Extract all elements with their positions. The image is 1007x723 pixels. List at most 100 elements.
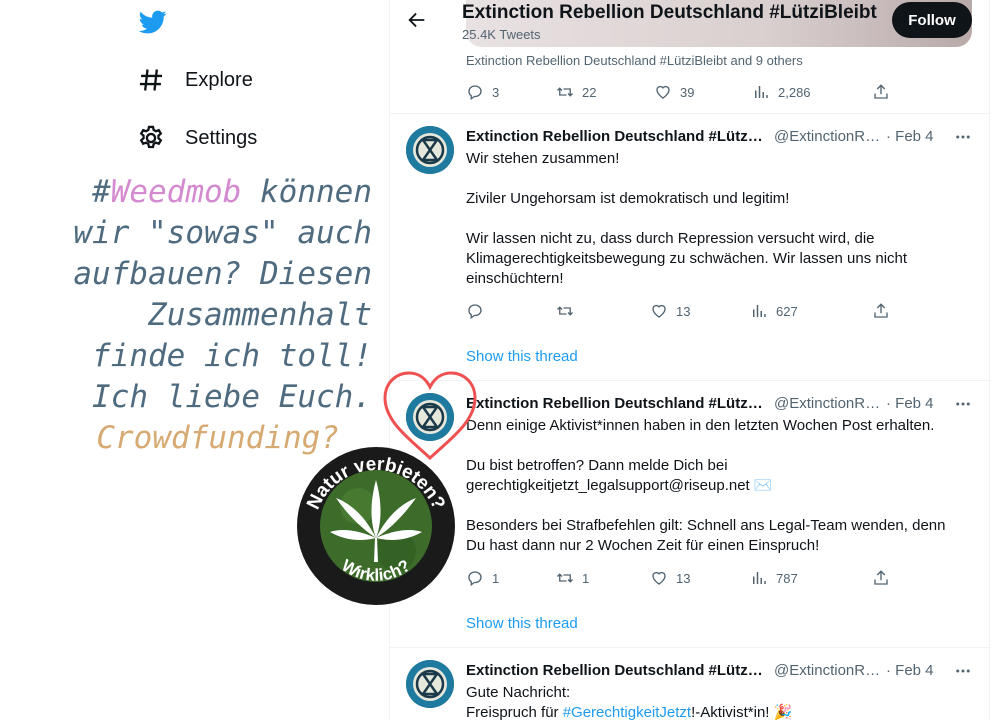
xr-avatar-icon xyxy=(406,126,454,174)
like-button[interactable]: 13 xyxy=(650,568,750,588)
author-name[interactable]: Extinction Rebellion Deutschland #LütziB… xyxy=(466,395,764,412)
view-count: 2,286 xyxy=(778,84,811,100)
avatar[interactable] xyxy=(406,660,454,708)
overlay-line: Zusammenhalt xyxy=(148,297,372,333)
tweet-article[interactable]: Extinction Rebellion Deutschland #LütziB… xyxy=(390,114,989,380)
tweet-actions: 3 22 39 2,286 xyxy=(466,82,890,102)
reply-icon xyxy=(468,304,482,320)
retweet-count: 22 xyxy=(582,84,597,100)
reply-icon xyxy=(468,85,482,101)
reply-count: 1 xyxy=(492,570,500,586)
retweet-button[interactable]: 1 xyxy=(556,568,650,588)
overlay-line-crowdfunding: Crowdfunding? xyxy=(96,420,339,456)
tweet-actions: 13 627 xyxy=(466,301,890,321)
cannabis-sticker-icon: Natur verbieten? Wirklich? xyxy=(297,447,455,605)
author-handle[interactable]: @ExtinctionRebellion xyxy=(774,128,882,145)
tweet-header: Extinction Rebellion Deutschland #LütziB… xyxy=(466,662,934,679)
tweet-header: Extinction Rebellion Deutschland #LütziB… xyxy=(466,128,934,145)
tweet-article[interactable]: Extinction Rebellion Deutschland #LütziB… xyxy=(390,648,989,723)
tweet-date[interactable]: · Feb 4 xyxy=(886,662,934,679)
social-context[interactable]: Extinction Rebellion Deutschland #LütziB… xyxy=(466,53,803,68)
share-icon xyxy=(874,303,888,318)
overlay-hashtag: Weedmob xyxy=(110,174,242,210)
tweet-paragraph: Besonders bei Strafbefehlen gilt: Schnel… xyxy=(466,517,946,554)
views-button[interactable]: 627 xyxy=(750,301,872,321)
views-chart-icon xyxy=(755,86,768,98)
retweet-button[interactable] xyxy=(556,301,650,321)
share-button[interactable] xyxy=(872,82,890,102)
tweet-paragraph: Freispruch für #GerechtigkeitJetzt!-Akti… xyxy=(466,703,966,723)
more-options-icon[interactable] xyxy=(954,128,972,146)
like-count: 39 xyxy=(680,84,695,100)
profile-title: Extinction Rebellion Deutschland #LütziB… xyxy=(462,2,877,23)
show-thread-link[interactable]: Show this thread xyxy=(466,615,578,632)
xr-avatar-icon xyxy=(406,660,454,708)
hashtag-icon xyxy=(139,69,163,91)
sidebar-item-explore[interactable]: Explore xyxy=(137,66,253,94)
tweet-paragraph: Wir lassen nicht zu, dass durch Repressi… xyxy=(466,230,908,287)
like-button[interactable]: 39 xyxy=(654,82,752,102)
reply-button[interactable] xyxy=(466,301,556,321)
like-count: 13 xyxy=(676,570,691,586)
overlay-line: finde ich toll! xyxy=(92,338,372,374)
share-icon xyxy=(874,84,888,99)
reply-count: 3 xyxy=(492,84,500,100)
more-options-icon[interactable] xyxy=(954,395,972,413)
hashtag-link[interactable]: #GerechtigkeitJetzt xyxy=(563,704,691,721)
author-name[interactable]: Extinction Rebellion Deutschland #LütziB… xyxy=(466,662,764,679)
avatar[interactable] xyxy=(406,126,454,174)
timeline: Extinction Rebellion Deutschland #LütziB… xyxy=(389,0,990,723)
author-handle[interactable]: @ExtinctionRebellion xyxy=(774,662,882,679)
sidebar-item-label: Settings xyxy=(185,126,258,149)
views-chart-icon xyxy=(753,572,766,584)
reply-button[interactable]: 3 xyxy=(466,82,556,102)
author-name[interactable]: Extinction Rebellion Deutschland #LütziB… xyxy=(466,128,764,145)
twitter-logo-icon[interactable] xyxy=(137,8,169,36)
sidebar-item-label: Explore xyxy=(185,68,253,91)
tweet-date[interactable]: · Feb 4 xyxy=(886,395,934,412)
show-thread-link[interactable]: Show this thread xyxy=(466,348,578,365)
share-button[interactable] xyxy=(872,568,890,588)
tweet-text: Gute Nachricht: Freispruch für #Gerechti… xyxy=(466,683,966,723)
back-arrow-icon[interactable] xyxy=(406,9,428,31)
retweet-count: 1 xyxy=(582,570,590,586)
views-button[interactable]: 787 xyxy=(750,568,872,588)
share-button[interactable] xyxy=(872,301,890,321)
retweet-icon xyxy=(557,87,573,97)
like-button[interactable]: 13 xyxy=(650,301,750,321)
views-chart-icon xyxy=(753,305,766,317)
follow-button[interactable]: Follow xyxy=(892,2,972,38)
heart-outline-icon xyxy=(383,371,477,461)
overlay-word: können xyxy=(241,174,372,210)
tweet-header: Extinction Rebellion Deutschland #LütziB… xyxy=(466,395,934,412)
overlay-line: #Weedmob können xyxy=(12,172,372,213)
view-count: 787 xyxy=(776,570,798,586)
author-handle[interactable]: @ExtinctionRebellion xyxy=(774,395,882,412)
tweet-text-segment: !-Aktivist*in! 🎉 xyxy=(691,704,793,721)
tweet-article[interactable]: Extinction Rebellion Deutschland #LütziB… xyxy=(390,381,989,647)
tweet-paragraph: Gute Nachricht: xyxy=(466,684,571,701)
retweet-button[interactable]: 22 xyxy=(556,82,654,102)
overlay-line: aufbauen? Diesen xyxy=(73,256,372,292)
share-icon xyxy=(874,570,888,585)
tweet-text: Denn einige Aktivist*innen haben in den … xyxy=(466,416,966,556)
tweet-paragraph: Ziviler Ungehorsam ist demokratisch und … xyxy=(466,190,790,207)
tweet-actions: 1 1 13 787 xyxy=(466,568,890,588)
heart-icon xyxy=(656,85,670,99)
overlay-line: Ich liebe Euch. xyxy=(92,379,372,415)
gear-icon xyxy=(139,125,163,149)
sidebar-item-settings[interactable]: Settings xyxy=(137,124,257,152)
reply-icon xyxy=(468,571,482,587)
like-count: 13 xyxy=(676,303,691,319)
tweet-date[interactable]: · Feb 4 xyxy=(886,128,934,145)
overlay-caption: #Weedmob können wir "sowas" auch aufbaue… xyxy=(12,172,372,459)
tweet-paragraph: Denn einige Aktivist*innen haben in den … xyxy=(466,417,935,434)
overlay-hash: # xyxy=(92,174,111,210)
tweet-text-segment: Freispruch für xyxy=(466,704,563,721)
more-options-icon[interactable] xyxy=(954,662,972,680)
sidebar: Explore Settings #Weedmob können wir "so… xyxy=(0,0,389,720)
reply-button[interactable]: 1 xyxy=(466,568,556,588)
views-button[interactable]: 2,286 xyxy=(752,82,872,102)
retweet-icon xyxy=(557,306,573,316)
retweet-icon xyxy=(557,573,573,583)
